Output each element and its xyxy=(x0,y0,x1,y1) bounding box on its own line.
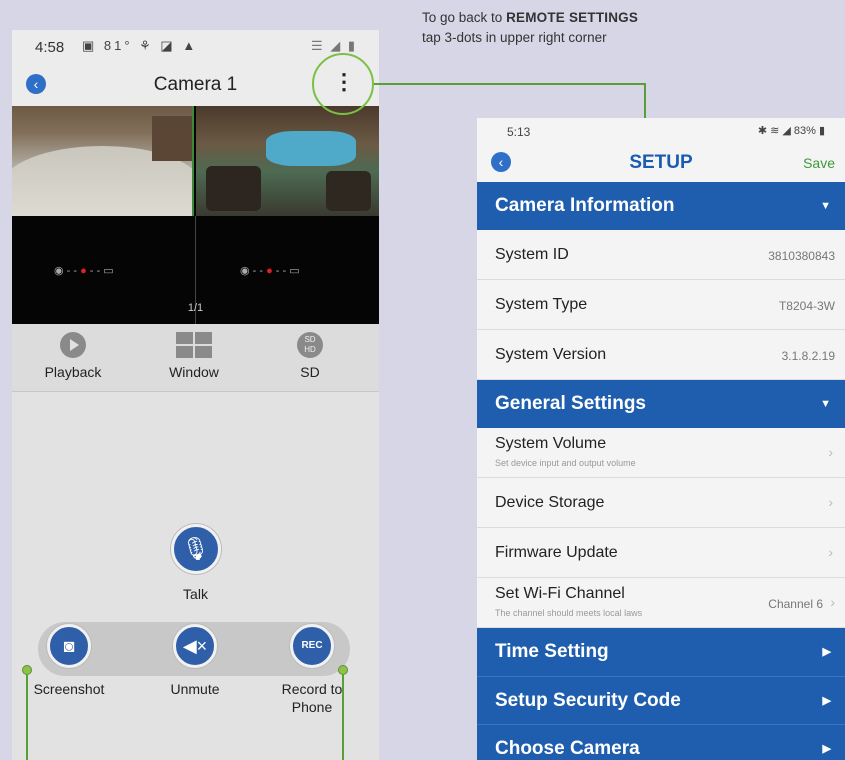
save-button[interactable]: Save xyxy=(803,155,835,171)
video-grid[interactable]: ◉ - - ● - - ▭ ◉ - - ● - - ▭ 1/1 xyxy=(12,106,379,324)
microphone-icon[interactable]: 🎙 xyxy=(170,524,221,574)
chevron-right-icon: › xyxy=(828,444,833,460)
section-setup-security-code[interactable]: Setup Security Code ▶ xyxy=(477,676,845,724)
screenshot-button[interactable]: ◙ Screenshot xyxy=(24,624,114,698)
expand-arrow-icon: ▶ xyxy=(822,695,831,707)
row-label: Device Storage xyxy=(495,494,605,511)
chevron-right-icon: › xyxy=(830,594,835,610)
section-title: Setup Security Code xyxy=(495,690,681,711)
section-choose-camera[interactable]: Choose Camera ▶ xyxy=(477,724,845,760)
chair-shape xyxy=(326,171,371,211)
row-label: Set Wi-Fi Channel xyxy=(495,585,625,602)
row-value: T8204-3W xyxy=(778,299,835,313)
sd-hd-icon: SD HD xyxy=(297,332,323,358)
row-value: 3.1.8.2.19 xyxy=(781,349,835,363)
sd-label: SD xyxy=(300,364,320,380)
section-title: Choose Camera xyxy=(495,738,640,759)
record-icon[interactable]: REC xyxy=(290,624,334,668)
chevron-right-icon: › xyxy=(828,544,833,560)
unmute-label: Unmute xyxy=(170,681,220,697)
record-label: Record to Phone xyxy=(281,681,343,715)
talk-control: 🎙 Talk xyxy=(12,524,379,602)
talk-label: Talk xyxy=(183,586,208,602)
camera-feed-2[interactable] xyxy=(196,106,379,216)
row-subtitle: The channel should meets local laws xyxy=(495,608,643,618)
callout-line xyxy=(26,674,28,760)
door-shape xyxy=(152,116,192,161)
instruction-note: To go back to REMOTE SETTINGS tap 3-dots… xyxy=(422,8,638,48)
sd-button[interactable]: SD HD SD xyxy=(265,332,355,380)
row-label: System ID xyxy=(495,246,569,263)
signal-battery-icon: ☰ ◢ ▮ xyxy=(310,38,357,53)
unmute-button[interactable]: ◀× Unmute xyxy=(150,624,240,698)
callout-line xyxy=(342,674,344,760)
expand-arrow-icon: ▶ xyxy=(822,646,831,658)
play-circle-icon xyxy=(60,332,86,358)
row-wifi-channel[interactable]: Set Wi-Fi Channel The channel should mee… xyxy=(477,578,845,628)
status-bar: 5:13 ✱ ≋ ◢ 83% ▮ xyxy=(477,118,845,142)
collapse-arrow-icon: ▼ xyxy=(820,398,831,410)
grid-window-icon xyxy=(176,332,212,358)
pool-shape xyxy=(266,131,356,166)
chair-shape xyxy=(206,166,261,211)
connecting-indicator-3[interactable]: ◉ - - ● - - ▭ xyxy=(54,264,114,277)
expand-arrow-icon: ▶ xyxy=(822,743,831,755)
row-label: Firmware Update xyxy=(495,544,618,561)
page-title: SETUP xyxy=(629,152,693,173)
row-value: Channel 6 xyxy=(768,597,823,611)
note-prefix: To go back to xyxy=(422,10,507,25)
note-bold: REMOTE SETTINGS xyxy=(506,10,639,25)
section-time-setting[interactable]: Time Setting ▶ xyxy=(477,628,845,676)
page-indicator: 1/1 xyxy=(187,302,204,314)
section-title: Camera Information xyxy=(495,195,675,216)
playback-label: Playback xyxy=(44,364,102,380)
chevron-right-icon: › xyxy=(828,494,833,510)
window-label: Window xyxy=(169,364,219,380)
speaker-muted-icon[interactable]: ◀× xyxy=(173,624,217,668)
screenshot-label: Screenshot xyxy=(33,681,105,697)
row-device-storage[interactable]: Device Storage › xyxy=(477,478,845,528)
window-button[interactable]: Window xyxy=(149,332,239,380)
row-system-type: System Type T8204-3W xyxy=(477,280,845,330)
row-label: System Type xyxy=(495,296,588,313)
row-label: System Volume xyxy=(495,435,607,452)
playback-button[interactable]: Playback xyxy=(28,332,118,380)
note-line2: tap 3-dots in upper right corner xyxy=(422,30,607,45)
section-general-settings[interactable]: General Settings ▼ xyxy=(477,380,845,428)
section-camera-information[interactable]: Camera Information ▼ xyxy=(477,182,845,230)
camera-feed-1[interactable] xyxy=(12,106,194,216)
status-time: 4:58 xyxy=(35,39,65,56)
menu-callout-circle xyxy=(312,53,374,115)
row-label: System Version xyxy=(495,346,607,363)
status-time: 5:13 xyxy=(507,125,531,139)
collapse-arrow-icon: ▼ xyxy=(820,200,831,212)
callout-line xyxy=(374,83,644,85)
signal-battery-icon: ✱ ≋ ◢ 83% ▮ xyxy=(757,125,825,137)
connecting-indicator-4[interactable]: ◉ - - ● - - ▭ xyxy=(240,264,300,277)
section-title: General Settings xyxy=(495,393,646,414)
header-bar: ‹ SETUP Save xyxy=(477,142,845,182)
status-icons: ▣ 81° ⚘ ◪ ▲ xyxy=(82,38,199,53)
camera-live-view-screen: 4:58 ▣ 81° ⚘ ◪ ▲ ☰ ◢ ▮ ‹ Camera 1 ⋮ ◉ - … xyxy=(12,30,379,760)
row-system-volume[interactable]: System Volume Set device input and outpu… xyxy=(477,428,845,478)
row-firmware-update[interactable]: Firmware Update › xyxy=(477,528,845,578)
playback-toolbar: Playback Window SD HD SD xyxy=(12,324,379,392)
setup-screen: 5:13 ✱ ≋ ◢ 83% ▮ ‹ SETUP Save Camera Inf… xyxy=(477,118,845,760)
callout-line xyxy=(644,83,646,120)
camera-icon[interactable]: ◙ xyxy=(47,624,91,668)
section-title: Time Setting xyxy=(495,641,609,662)
row-value: 3810380843 xyxy=(768,249,835,263)
row-system-version: System Version 3.1.8.2.19 xyxy=(477,330,845,380)
row-system-id: System ID 3810380843 xyxy=(477,230,845,280)
row-subtitle: Set device input and output volume xyxy=(495,458,636,468)
